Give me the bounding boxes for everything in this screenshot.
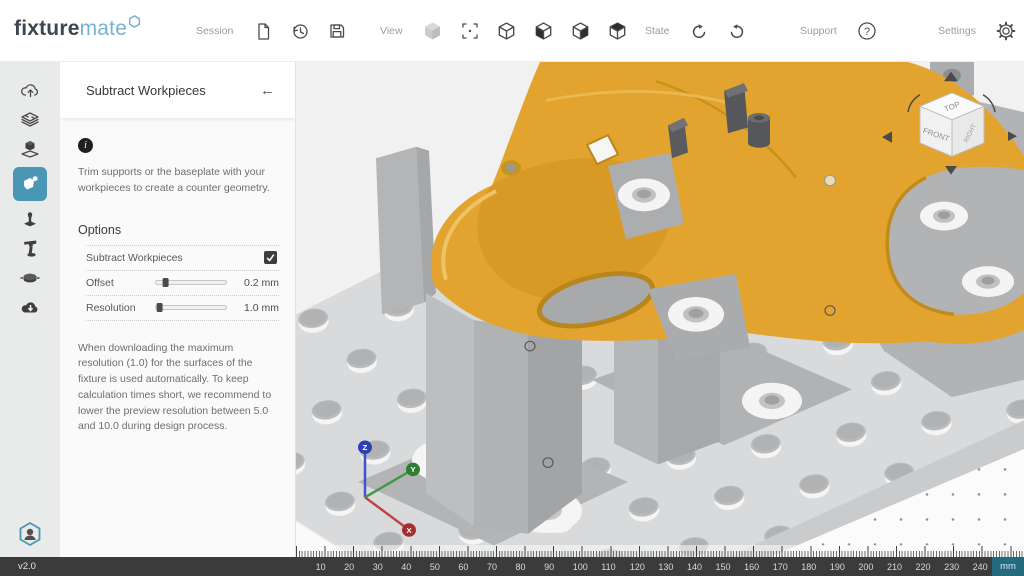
fit-view-button[interactable] xyxy=(459,20,481,42)
cube-left-face-dark-icon xyxy=(534,21,553,41)
option-row-offset: Offset 0.2 mm xyxy=(86,271,279,296)
undo-icon xyxy=(690,22,709,41)
logo-hexagon-icon xyxy=(128,15,141,28)
clamp-icon xyxy=(20,238,40,259)
panel-description: Trim supports or the baseplate with your… xyxy=(78,165,277,197)
settings-label: Settings xyxy=(938,25,976,37)
state-group: State xyxy=(645,0,748,62)
settings-group: Settings xyxy=(938,0,1017,62)
settings-button[interactable] xyxy=(995,20,1017,42)
cloud-upload-icon xyxy=(20,81,41,101)
options-rows: Subtract Workpieces Offset 0.2 mm Resolu… xyxy=(86,245,279,321)
support-label: Support xyxy=(800,25,837,37)
offset-slider-handle[interactable] xyxy=(163,278,169,287)
session-history-button[interactable] xyxy=(289,20,311,42)
resolution-slider-handle[interactable] xyxy=(156,303,162,312)
fixture-support-rear[interactable] xyxy=(376,147,436,315)
option-label: Offset xyxy=(86,277,155,289)
checkmark-icon xyxy=(265,252,276,263)
view-label: View xyxy=(380,25,403,37)
header-bar: fixturemate Session View xyxy=(0,0,1024,62)
version-bar: v2.0 xyxy=(0,557,296,576)
support-pillar-icon xyxy=(19,209,41,230)
tool-clamps[interactable] xyxy=(12,235,48,262)
axis-y-label: Y xyxy=(410,465,416,474)
tool-supports[interactable] xyxy=(12,206,48,233)
tool-download[interactable] xyxy=(12,293,48,320)
option-label: Resolution xyxy=(86,302,155,314)
help-button[interactable]: ? xyxy=(856,20,878,42)
option-label: Subtract Workpieces xyxy=(86,252,264,264)
tool-baseplate[interactable] xyxy=(12,106,48,133)
panel-header: Subtract Workpieces ← xyxy=(60,62,295,118)
shaded-view-button[interactable] xyxy=(422,20,444,42)
baseplate-layers-icon xyxy=(19,110,41,130)
redo-icon xyxy=(727,22,746,41)
cube-top-face-dark-icon xyxy=(608,21,627,41)
gear-icon xyxy=(996,21,1016,41)
hide-right-face-view-button[interactable] xyxy=(570,20,592,42)
history-clock-icon xyxy=(291,22,310,41)
ruler-bar: 1020304050607080901001101201301401501601… xyxy=(296,557,1024,576)
account-button[interactable] xyxy=(12,520,48,547)
save-icon xyxy=(328,22,346,40)
account-hexagon-icon xyxy=(17,521,43,547)
solid-cube-icon xyxy=(423,21,442,41)
undo-button[interactable] xyxy=(689,20,711,42)
options-heading: Options xyxy=(78,223,295,237)
hide-left-face-view-button[interactable] xyxy=(533,20,555,42)
wireframe-view-button[interactable] xyxy=(496,20,518,42)
puck-icon xyxy=(19,269,41,287)
option-row-subtract: Subtract Workpieces xyxy=(86,246,279,271)
subtract-workpieces-panel: Subtract Workpieces ← i Trim supports or… xyxy=(60,62,296,557)
offset-value: 0.2 mm xyxy=(237,277,279,289)
hide-top-face-view-button[interactable] xyxy=(607,20,629,42)
fixturemate-app: fixturemate Session View xyxy=(0,0,1024,576)
axis-z-label: Z xyxy=(363,443,368,452)
save-session-button[interactable] xyxy=(326,20,348,42)
viewport-3d[interactable]: TOP FRONT RIGHT Z Y X 102030405060708090… xyxy=(296,62,1024,576)
redo-button[interactable] xyxy=(726,20,748,42)
ruler-ticks xyxy=(296,545,1024,557)
view-group: View xyxy=(380,0,629,62)
tool-subtract-workpieces[interactable] xyxy=(13,167,47,201)
workpiece-on-plate-icon xyxy=(19,139,41,159)
session-label: Session xyxy=(196,25,233,37)
new-file-icon xyxy=(254,22,272,41)
info-icon: i xyxy=(78,138,93,153)
version-label: v2.0 xyxy=(18,561,36,572)
offset-slider[interactable] xyxy=(155,280,227,285)
tool-rail xyxy=(0,62,60,557)
panel-title: Subtract Workpieces xyxy=(86,83,206,98)
axis-x-label: X xyxy=(406,526,412,535)
logo-text-mate: mate xyxy=(80,17,128,40)
resolution-slider[interactable] xyxy=(155,305,227,310)
resolution-note: When downloading the maximum resolution … xyxy=(78,341,277,436)
option-row-resolution: Resolution 1.0 mm xyxy=(86,296,279,321)
question-circle-icon: ? xyxy=(857,21,877,41)
session-group: Session xyxy=(196,0,348,62)
state-label: State xyxy=(645,25,670,37)
tool-workpieces[interactable] xyxy=(12,135,48,162)
cube-right-face-dark-icon xyxy=(571,21,590,41)
ruler-unit-badge: mm xyxy=(992,557,1024,576)
subtract-checkbox[interactable] xyxy=(264,251,277,264)
center-focus-icon xyxy=(461,22,479,40)
tool-cloud-upload[interactable] xyxy=(12,77,48,104)
viewport-3d-scene[interactable]: TOP FRONT RIGHT Z Y X xyxy=(296,62,1024,557)
resolution-value: 1.0 mm xyxy=(237,302,279,314)
svg-text:?: ? xyxy=(864,26,870,38)
subtract-workpieces-icon xyxy=(20,174,40,194)
new-session-button[interactable] xyxy=(252,20,274,42)
wireframe-cube-icon xyxy=(497,21,516,41)
logo-text-fixture: fixture xyxy=(14,17,80,40)
cloud-download-icon xyxy=(20,298,41,316)
tool-labels[interactable] xyxy=(12,264,48,291)
panel-back-button[interactable]: ← xyxy=(260,82,275,99)
support-group: Support ? xyxy=(800,0,878,62)
app-logo: fixturemate xyxy=(14,17,140,41)
